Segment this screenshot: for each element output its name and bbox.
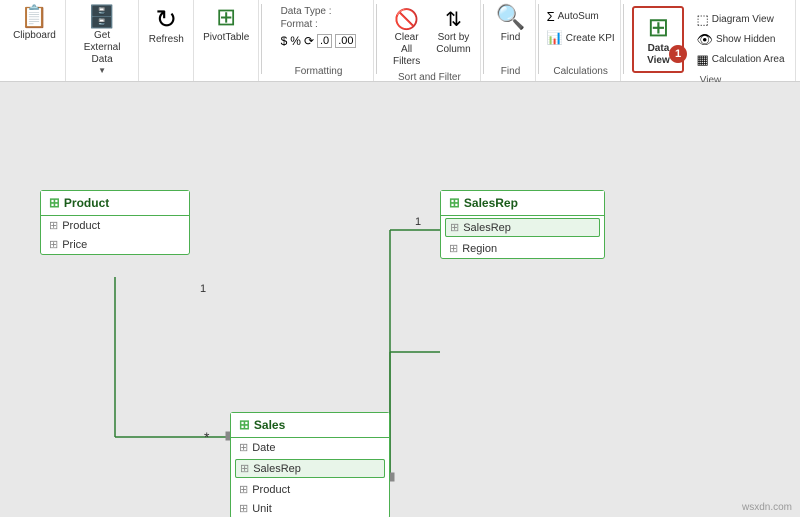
salesrep-field-region[interactable]: ⊞ Region <box>441 239 604 258</box>
diagram-view-icon: ⬚ <box>696 12 708 28</box>
ribbon-group-refresh: ↻ Refresh <box>139 0 194 81</box>
product-field-product[interactable]: ⊞ Product <box>41 216 189 235</box>
clipboard-icon: 📋 <box>21 6 48 28</box>
product-table: ⊞ Product ⊞ Product ⊞ Price <box>40 190 190 255</box>
ribbon-group-formatting: Data Type : Format : $ % ⟳ .0 .00 Format… <box>264 0 374 81</box>
show-hidden-icon: 👁 <box>696 32 713 48</box>
ribbon: 📋 Clipboard 🗄️ Get ExternalData ▼ ↻ Refr… <box>0 0 800 82</box>
product-table-title: Product <box>64 196 109 210</box>
diagram-canvas: 1 * 1 ⊞ Product ⊞ Product <box>0 82 800 517</box>
format-row-label: Format : <box>281 19 357 30</box>
pivottable-icon: ⊞ <box>216 6 236 30</box>
comma-btn[interactable]: ⟳ <box>304 34 314 48</box>
divider-1 <box>261 4 262 74</box>
product-table-icon: ⊞ <box>49 195 60 211</box>
data-view-icon: ⊞ <box>648 12 670 43</box>
sales-table-header: ⊞ Sales <box>231 413 389 438</box>
badge-1: 1 <box>669 45 687 63</box>
clipboard-button[interactable]: 📋 Clipboard <box>7 4 62 43</box>
sales-table-icon: ⊞ <box>239 417 250 433</box>
sales-field-date[interactable]: ⊞ Date <box>231 438 389 457</box>
ribbon-group-calculations: Σ AutoSum 📊 Create KPI Calculations <box>541 0 621 81</box>
ribbon-group-clipboard: 📋 Clipboard <box>4 0 66 81</box>
divider-5 <box>623 4 624 74</box>
calculation-area-button[interactable]: ▦ Calculation Area <box>692 51 788 69</box>
ribbon-group-sortfilter: 🚫 Clear AllFilters ⇅ Sort byColumn Sort … <box>379 0 481 81</box>
ribbon-group-find: 🔍 Find Find <box>486 0 536 81</box>
divider-3 <box>483 4 484 74</box>
divider-4 <box>538 4 539 74</box>
sort-icon: ⇅ <box>445 10 462 30</box>
salesrep-field-salesrep[interactable]: ⊞ SalesRep <box>445 218 600 237</box>
ribbon-group-view: ⊞ DataView ⬚ Diagram View 👁 Show Hidden … <box>626 0 796 81</box>
formatting-symbols: $ % ⟳ .0 .00 <box>281 34 357 48</box>
product-field-price[interactable]: ⊞ Price <box>41 235 189 254</box>
svg-text:*: * <box>204 429 210 445</box>
sort-by-column-button[interactable]: ⇅ Sort byColumn <box>433 8 475 58</box>
clear-filters-icon: 🚫 <box>394 10 419 30</box>
relationship-lines: 1 * 1 <box>0 82 800 517</box>
salesrep-in-sales-icon: ⊞ <box>240 462 249 475</box>
sales-table: ⊞ Sales ⊞ Date ⊞ SalesRep ⊞ Product ⊞ Un… <box>230 412 390 517</box>
watermark: wsxdn.com <box>742 502 792 513</box>
sales-field-unit[interactable]: ⊞ Unit <box>231 499 389 517</box>
svg-text:1: 1 <box>200 283 206 295</box>
ribbon-group-external: 🗄️ Get ExternalData ▼ <box>66 0 139 81</box>
increase-decimal-btn[interactable]: .00 <box>335 34 356 48</box>
find-button[interactable]: 🔍 Find <box>490 4 532 45</box>
svg-text:1: 1 <box>415 216 421 228</box>
percent-btn[interactable]: % <box>290 34 301 48</box>
salesrep-row-icon: ⊞ <box>450 221 459 234</box>
diagram-view-button[interactable]: ⬚ Diagram View <box>692 11 788 29</box>
product-in-sales-icon: ⊞ <box>239 483 248 496</box>
salesrep-table-title: SalesRep <box>464 196 518 210</box>
salesrep-table-header: ⊞ SalesRep <box>441 191 604 216</box>
view-right-buttons: ⬚ Diagram View 👁 Show Hidden ▦ Calculati… <box>692 6 788 73</box>
show-hidden-button[interactable]: 👁 Show Hidden <box>692 31 788 49</box>
sales-field-product[interactable]: ⊞ Product <box>231 480 389 499</box>
divider-2 <box>376 4 377 74</box>
sales-field-salesrep[interactable]: ⊞ SalesRep <box>235 459 385 478</box>
data-type-row: Data Type : <box>281 6 357 17</box>
unit-field-icon: ⊞ <box>239 502 248 515</box>
salesrep-table-icon: ⊞ <box>449 195 460 211</box>
region-field-icon: ⊞ <box>449 242 458 255</box>
product-field-icon: ⊞ <box>49 219 58 232</box>
salesrep-table: ⊞ SalesRep ⊞ SalesRep ⊞ Region <box>440 190 605 259</box>
sales-table-title: Sales <box>254 418 285 432</box>
date-field-icon: ⊞ <box>239 441 248 454</box>
product-table-header: ⊞ Product <box>41 191 189 216</box>
price-field-icon: ⊞ <box>49 238 58 251</box>
kpi-icon: 📊 <box>547 30 563 46</box>
refresh-icon: ↻ <box>155 6 177 32</box>
clear-all-filters-button[interactable]: 🚫 Clear AllFilters <box>385 8 429 70</box>
dollar-btn[interactable]: $ <box>281 34 288 48</box>
external-data-icon: 🗄️ <box>88 6 115 28</box>
sigma-icon: Σ <box>547 9 555 24</box>
decrease-decimal-btn[interactable]: .0 <box>317 34 332 48</box>
autosum-button[interactable]: Σ AutoSum <box>544 8 618 25</box>
find-icon: 🔍 <box>496 6 526 30</box>
pivot-table-button[interactable]: ⊞ PivotTable <box>197 4 255 45</box>
calc-area-icon: ▦ <box>696 52 708 68</box>
get-external-data-button[interactable]: 🗄️ Get ExternalData ▼ <box>72 4 132 77</box>
create-kpi-button[interactable]: 📊 Create KPI <box>544 29 618 47</box>
ribbon-group-pivottable: ⊞ PivotTable <box>194 0 259 81</box>
refresh-button[interactable]: ↻ Refresh <box>143 4 190 47</box>
